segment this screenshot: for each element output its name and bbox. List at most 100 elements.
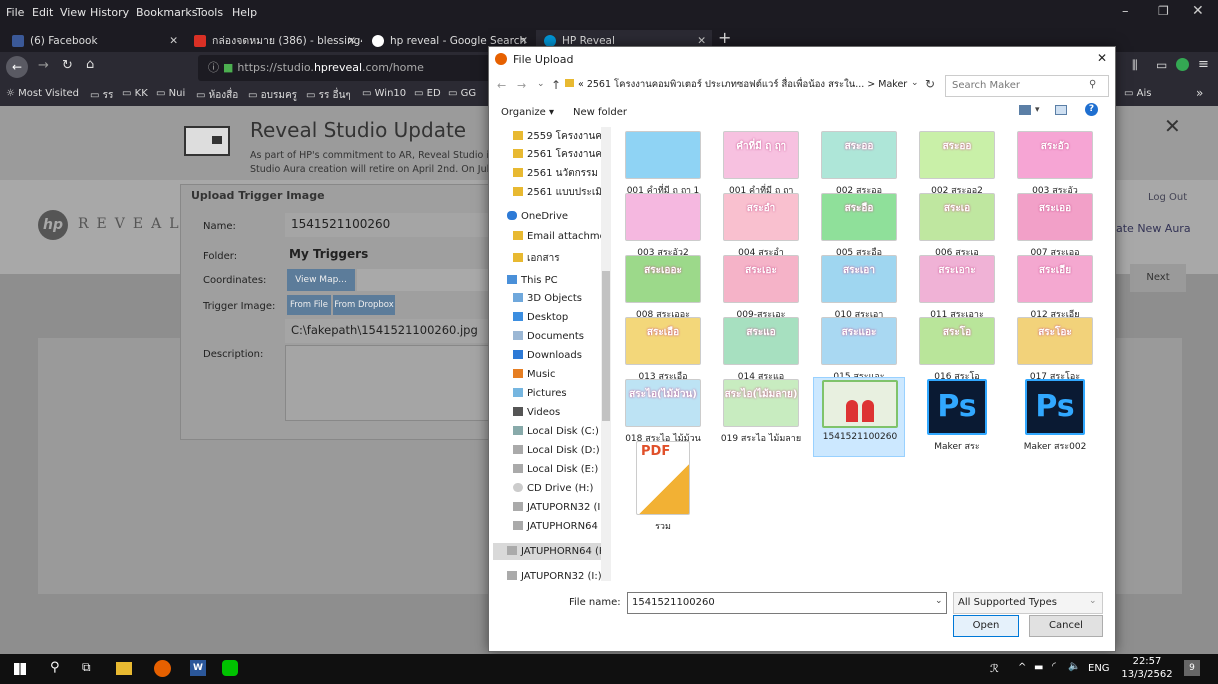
- file-item[interactable]: สระไอ(ไม้มลาย) 019 สระไอ ไม้มลาย: [715, 377, 807, 457]
- tray-expand-icon[interactable]: ^: [1018, 662, 1026, 673]
- search-input[interactable]: Search Maker: [945, 75, 1109, 97]
- tree-item[interactable]: Local Disk (D:): [513, 445, 611, 456]
- file-item[interactable]: สระออ 002 สระออ2: [911, 129, 1003, 196]
- file-item[interactable]: สระเอีย 012 สระเอีย: [1009, 253, 1101, 320]
- tree-item[interactable]: CD Drive (H:): [513, 483, 611, 494]
- reload-icon[interactable]: ↻: [62, 58, 73, 73]
- bookmark-folder[interactable]: ▭ รร อื่นๆ: [306, 88, 351, 103]
- tree-item-selected[interactable]: JATUPHORN64 (K:: [493, 543, 605, 560]
- back-icon[interactable]: ←: [497, 79, 506, 92]
- menu-tools[interactable]: Tools: [196, 6, 223, 19]
- file-item[interactable]: คำที่มี ฤ ฤๅ 001 คำที่มี ฤ ฤๅ: [715, 129, 807, 196]
- menu-history[interactable]: History: [90, 6, 129, 19]
- file-item[interactable]: สระเอือ 013 สระเอือ: [617, 315, 709, 382]
- file-item[interactable]: สระเอาะ 011 สระเอาะ: [911, 253, 1003, 320]
- file-item[interactable]: สระเออ 007 สระเออ: [1009, 191, 1101, 258]
- search-icon[interactable]: ⚲: [50, 660, 60, 675]
- file-path-input[interactable]: C:\fakepath\1541521100260.jpg: [285, 319, 515, 343]
- library-icon[interactable]: ⫼: [1132, 58, 1138, 73]
- sidebar-icon[interactable]: ▭: [1156, 58, 1167, 72]
- new-tab-icon[interactable]: +: [718, 28, 731, 47]
- clock-date[interactable]: 13/3/2562: [1120, 669, 1174, 680]
- logout-link[interactable]: Log Out: [1148, 192, 1187, 203]
- tree-item[interactable]: Local Disk (E:): [513, 464, 611, 475]
- menu-view[interactable]: View: [60, 6, 86, 19]
- tree-item[interactable]: Downloads: [513, 350, 611, 361]
- refresh-icon[interactable]: ↻: [925, 77, 935, 91]
- url-bar[interactable]: ⓘ ■ https://studio.hpreveal.com/home: [198, 55, 498, 81]
- bookmark-folder[interactable]: ▭ รร: [90, 88, 113, 103]
- tree-scrollbar[interactable]: [601, 127, 611, 581]
- close-dialog-icon[interactable]: ✕: [1097, 51, 1107, 65]
- file-item[interactable]: สระแอะ015 สระแอะ: [813, 315, 905, 382]
- file-item[interactable]: Ps Maker สระ: [911, 377, 1003, 457]
- minimize-icon[interactable]: –: [1122, 4, 1129, 19]
- from-file-button[interactable]: From File: [287, 295, 331, 315]
- line-app-icon[interactable]: [222, 660, 238, 676]
- tree-item[interactable]: 2561 โครงงานคอม: [513, 147, 611, 162]
- bookmark-folder[interactable]: ▭ GG: [448, 88, 476, 99]
- file-item[interactable]: สระออ 002 สระออ: [813, 129, 905, 196]
- tree-item[interactable]: JATUPORN32 (I:): [507, 571, 611, 582]
- close-tab-icon[interactable]: ✕: [347, 30, 356, 52]
- help-icon[interactable]: ?: [1085, 103, 1098, 116]
- file-item[interactable]: สระเอ 006 สระเอ: [911, 191, 1003, 258]
- word-icon[interactable]: W: [190, 660, 206, 676]
- cancel-button[interactable]: Cancel: [1029, 615, 1103, 637]
- tree-item[interactable]: 2559 โครงงานคอม: [513, 129, 611, 144]
- file-item[interactable]: 1541521100260: [813, 377, 905, 457]
- name-input[interactable]: 1541521100260: [285, 213, 515, 237]
- organize-button[interactable]: Organize ▾: [501, 107, 554, 118]
- file-item[interactable]: สระเอา 010 สระเอา: [813, 253, 905, 320]
- description-textarea[interactable]: [285, 345, 515, 421]
- firefox-icon[interactable]: [154, 660, 171, 677]
- restore-icon[interactable]: ❐: [1158, 4, 1169, 18]
- tree-item[interactable]: Music: [513, 369, 611, 380]
- clock-time[interactable]: 22:57: [1126, 656, 1168, 667]
- file-item[interactable]: สระโอะ 017 สระโอะ: [1009, 315, 1101, 382]
- file-item[interactable]: สระโอ 016 สระโอ: [911, 315, 1003, 382]
- hamburger-menu-icon[interactable]: ≡: [1198, 57, 1209, 72]
- preview-pane-icon[interactable]: [1055, 105, 1067, 115]
- file-item[interactable]: สระเออะ 008 สระเออะ: [617, 253, 709, 320]
- tree-item[interactable]: Videos: [513, 407, 611, 418]
- close-tab-icon[interactable]: ✕: [169, 30, 178, 52]
- tree-item-onedrive[interactable]: OneDrive: [507, 211, 611, 222]
- tree-item[interactable]: Desktop: [513, 312, 611, 323]
- open-button[interactable]: Open: [953, 615, 1019, 637]
- bookmark-folder[interactable]: ▭ ED: [414, 88, 441, 99]
- tree-item[interactable]: JATUPHORN64 (: [513, 521, 611, 532]
- bookmark-folder[interactable]: ▭ Ais: [1124, 88, 1151, 99]
- view-dropdown-icon[interactable]: ▾: [1035, 105, 1040, 115]
- from-dropbox-button[interactable]: From Dropbox: [333, 295, 395, 315]
- address-breadcrumb[interactable]: « 2561 โครงงานคอมพิวเตอร์ ประเภทซอฟต์แวร…: [565, 75, 925, 95]
- menu-bookmarks[interactable]: Bookmarks: [136, 6, 197, 19]
- tree-item[interactable]: 2561 นวัตกรรม ยร: [513, 166, 611, 181]
- menu-edit[interactable]: Edit: [32, 6, 53, 19]
- file-item[interactable]: สระเอะ 009-สระเอะ: [715, 253, 807, 320]
- windows-start-icon[interactable]: [14, 663, 26, 675]
- more-bookmarks-icon[interactable]: »: [1196, 86, 1203, 100]
- create-new-aura[interactable]: ate New Aura: [1116, 222, 1191, 235]
- filename-dropdown-icon[interactable]: ⌄: [935, 596, 943, 606]
- tab-mail[interactable]: กล่องจดหมาย (386) - blessing4 ✕: [186, 30, 362, 52]
- language-indicator[interactable]: ENG: [1088, 663, 1110, 674]
- next-button[interactable]: Next: [1130, 264, 1186, 292]
- tab-facebook[interactable]: (6) Facebook ✕: [4, 30, 184, 52]
- file-explorer-icon[interactable]: [116, 662, 132, 675]
- new-folder-button[interactable]: New folder: [573, 107, 627, 118]
- file-item[interactable]: สระแอ 014 สระแอ: [715, 315, 807, 382]
- network-icon[interactable]: ◜: [1052, 661, 1056, 672]
- people-icon[interactable]: ℛ: [990, 662, 999, 675]
- forward-icon[interactable]: →: [38, 58, 49, 73]
- file-type-select[interactable]: All Supported Types: [953, 592, 1103, 614]
- tree-item-this-pc[interactable]: This PC: [507, 275, 611, 286]
- extension-icon[interactable]: [1176, 58, 1189, 71]
- battery-icon[interactable]: ▬: [1034, 662, 1043, 673]
- view-map-button[interactable]: View Map...: [287, 269, 355, 291]
- menu-help[interactable]: Help: [232, 6, 257, 19]
- tree-item[interactable]: Documents: [513, 331, 611, 342]
- bookmark-folder[interactable]: ▭ Win10: [362, 88, 406, 99]
- info-icon[interactable]: ⓘ: [208, 61, 219, 74]
- notification-icon[interactable]: 9: [1184, 660, 1200, 676]
